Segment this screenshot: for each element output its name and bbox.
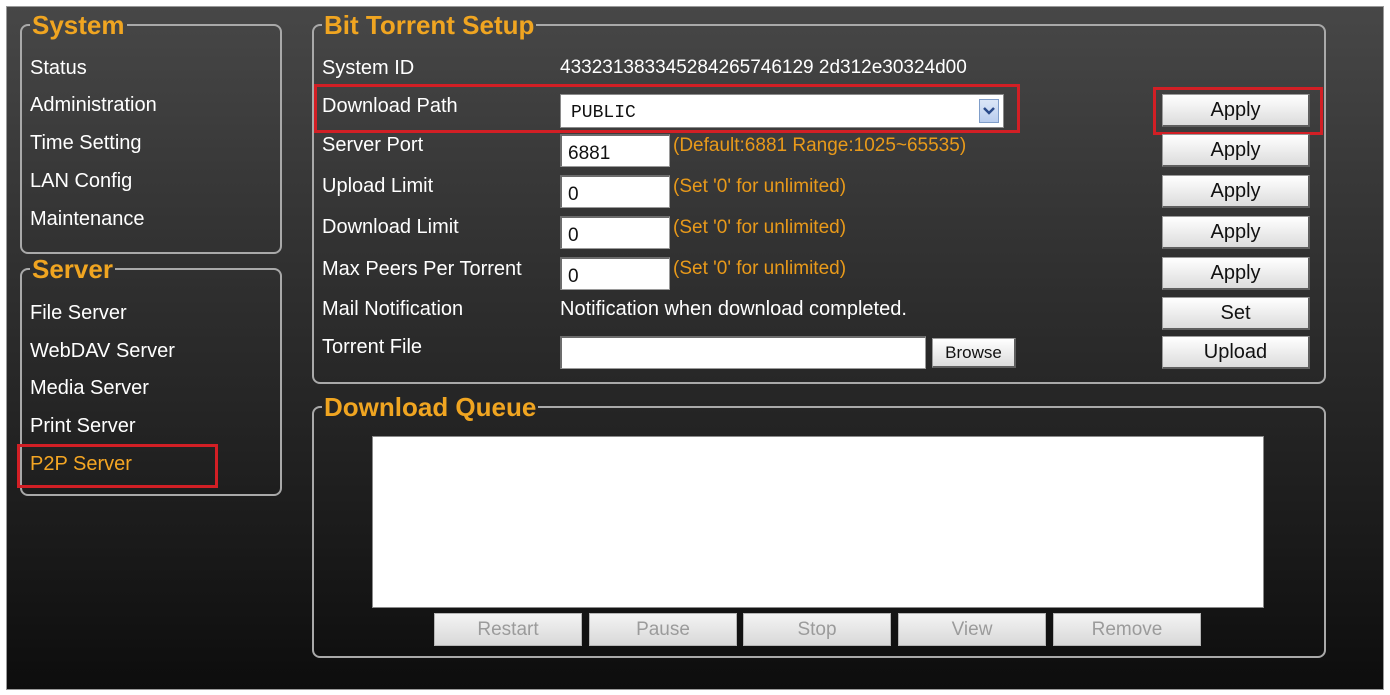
download-limit-label: Download Limit [322,216,459,238]
apply-max-peers-button[interactable]: Apply [1162,257,1310,290]
upload-limit-label: Upload Limit [322,175,434,197]
torrent-file-input[interactable] [560,336,926,369]
nav-time-setting[interactable]: Time Setting [30,132,142,155]
p2p-server-highlight [17,444,218,488]
browse-button[interactable]: Browse [932,338,1016,368]
server-port-input[interactable]: 6881 [560,134,670,167]
apply-download-limit-button[interactable]: Apply [1162,216,1310,249]
stop-button[interactable]: Stop [743,613,891,646]
server-port-hint: (Default:6881 Range:1025~65535) [673,135,967,156]
max-peers-input[interactable]: 0 [560,257,670,290]
system-id-label: System ID [322,57,415,79]
upload-limit-input[interactable]: 0 [560,175,670,208]
nav-print-server[interactable]: Print Server [30,415,136,438]
mail-notification-text: Notification when download completed. [560,298,907,320]
nav-status[interactable]: Status [30,57,87,80]
system-id-value: 433231383345284265746129 2d312e30324d00 [560,57,967,78]
system-panel-title: System [32,10,125,40]
nav-file-server[interactable]: File Server [30,302,127,325]
apply-upload-limit-button[interactable]: Apply [1162,175,1310,208]
torrent-file-label: Torrent File [322,336,423,358]
download-limit-input[interactable]: 0 [560,216,670,249]
download-path-highlight [314,84,1020,133]
download-limit-hint: (Set '0' for unlimited) [673,217,847,238]
nav-maintenance[interactable]: Maintenance [30,208,145,231]
nav-webdav-server[interactable]: WebDAV Server [30,340,175,363]
upload-limit-hint: (Set '0' for unlimited) [673,176,847,197]
set-mail-notification-button[interactable]: Set [1162,297,1310,330]
download-queue-title: Download Queue [324,392,537,422]
remove-button[interactable]: Remove [1053,613,1201,646]
download-queue-list[interactable] [372,436,1264,608]
pause-button[interactable]: Pause [589,613,737,646]
server-port-label: Server Port [322,134,424,156]
restart-button[interactable]: Restart [434,613,582,646]
apply-button-highlight [1153,87,1323,135]
bittorrent-setup-title: Bit Torrent Setup [324,10,535,40]
apply-server-port-button[interactable]: Apply [1162,134,1310,167]
nav-media-server[interactable]: Media Server [30,377,149,400]
nav-lan-config[interactable]: LAN Config [30,170,132,193]
nav-administration[interactable]: Administration [30,94,157,117]
max-peers-label: Max Peers Per Torrent [322,258,522,280]
upload-torrent-button[interactable]: Upload [1162,336,1310,369]
max-peers-hint: (Set '0' for unlimited) [673,258,847,279]
server-panel-title: Server [32,254,113,284]
view-button[interactable]: View [898,613,1046,646]
mail-notification-label: Mail Notification [322,298,464,320]
